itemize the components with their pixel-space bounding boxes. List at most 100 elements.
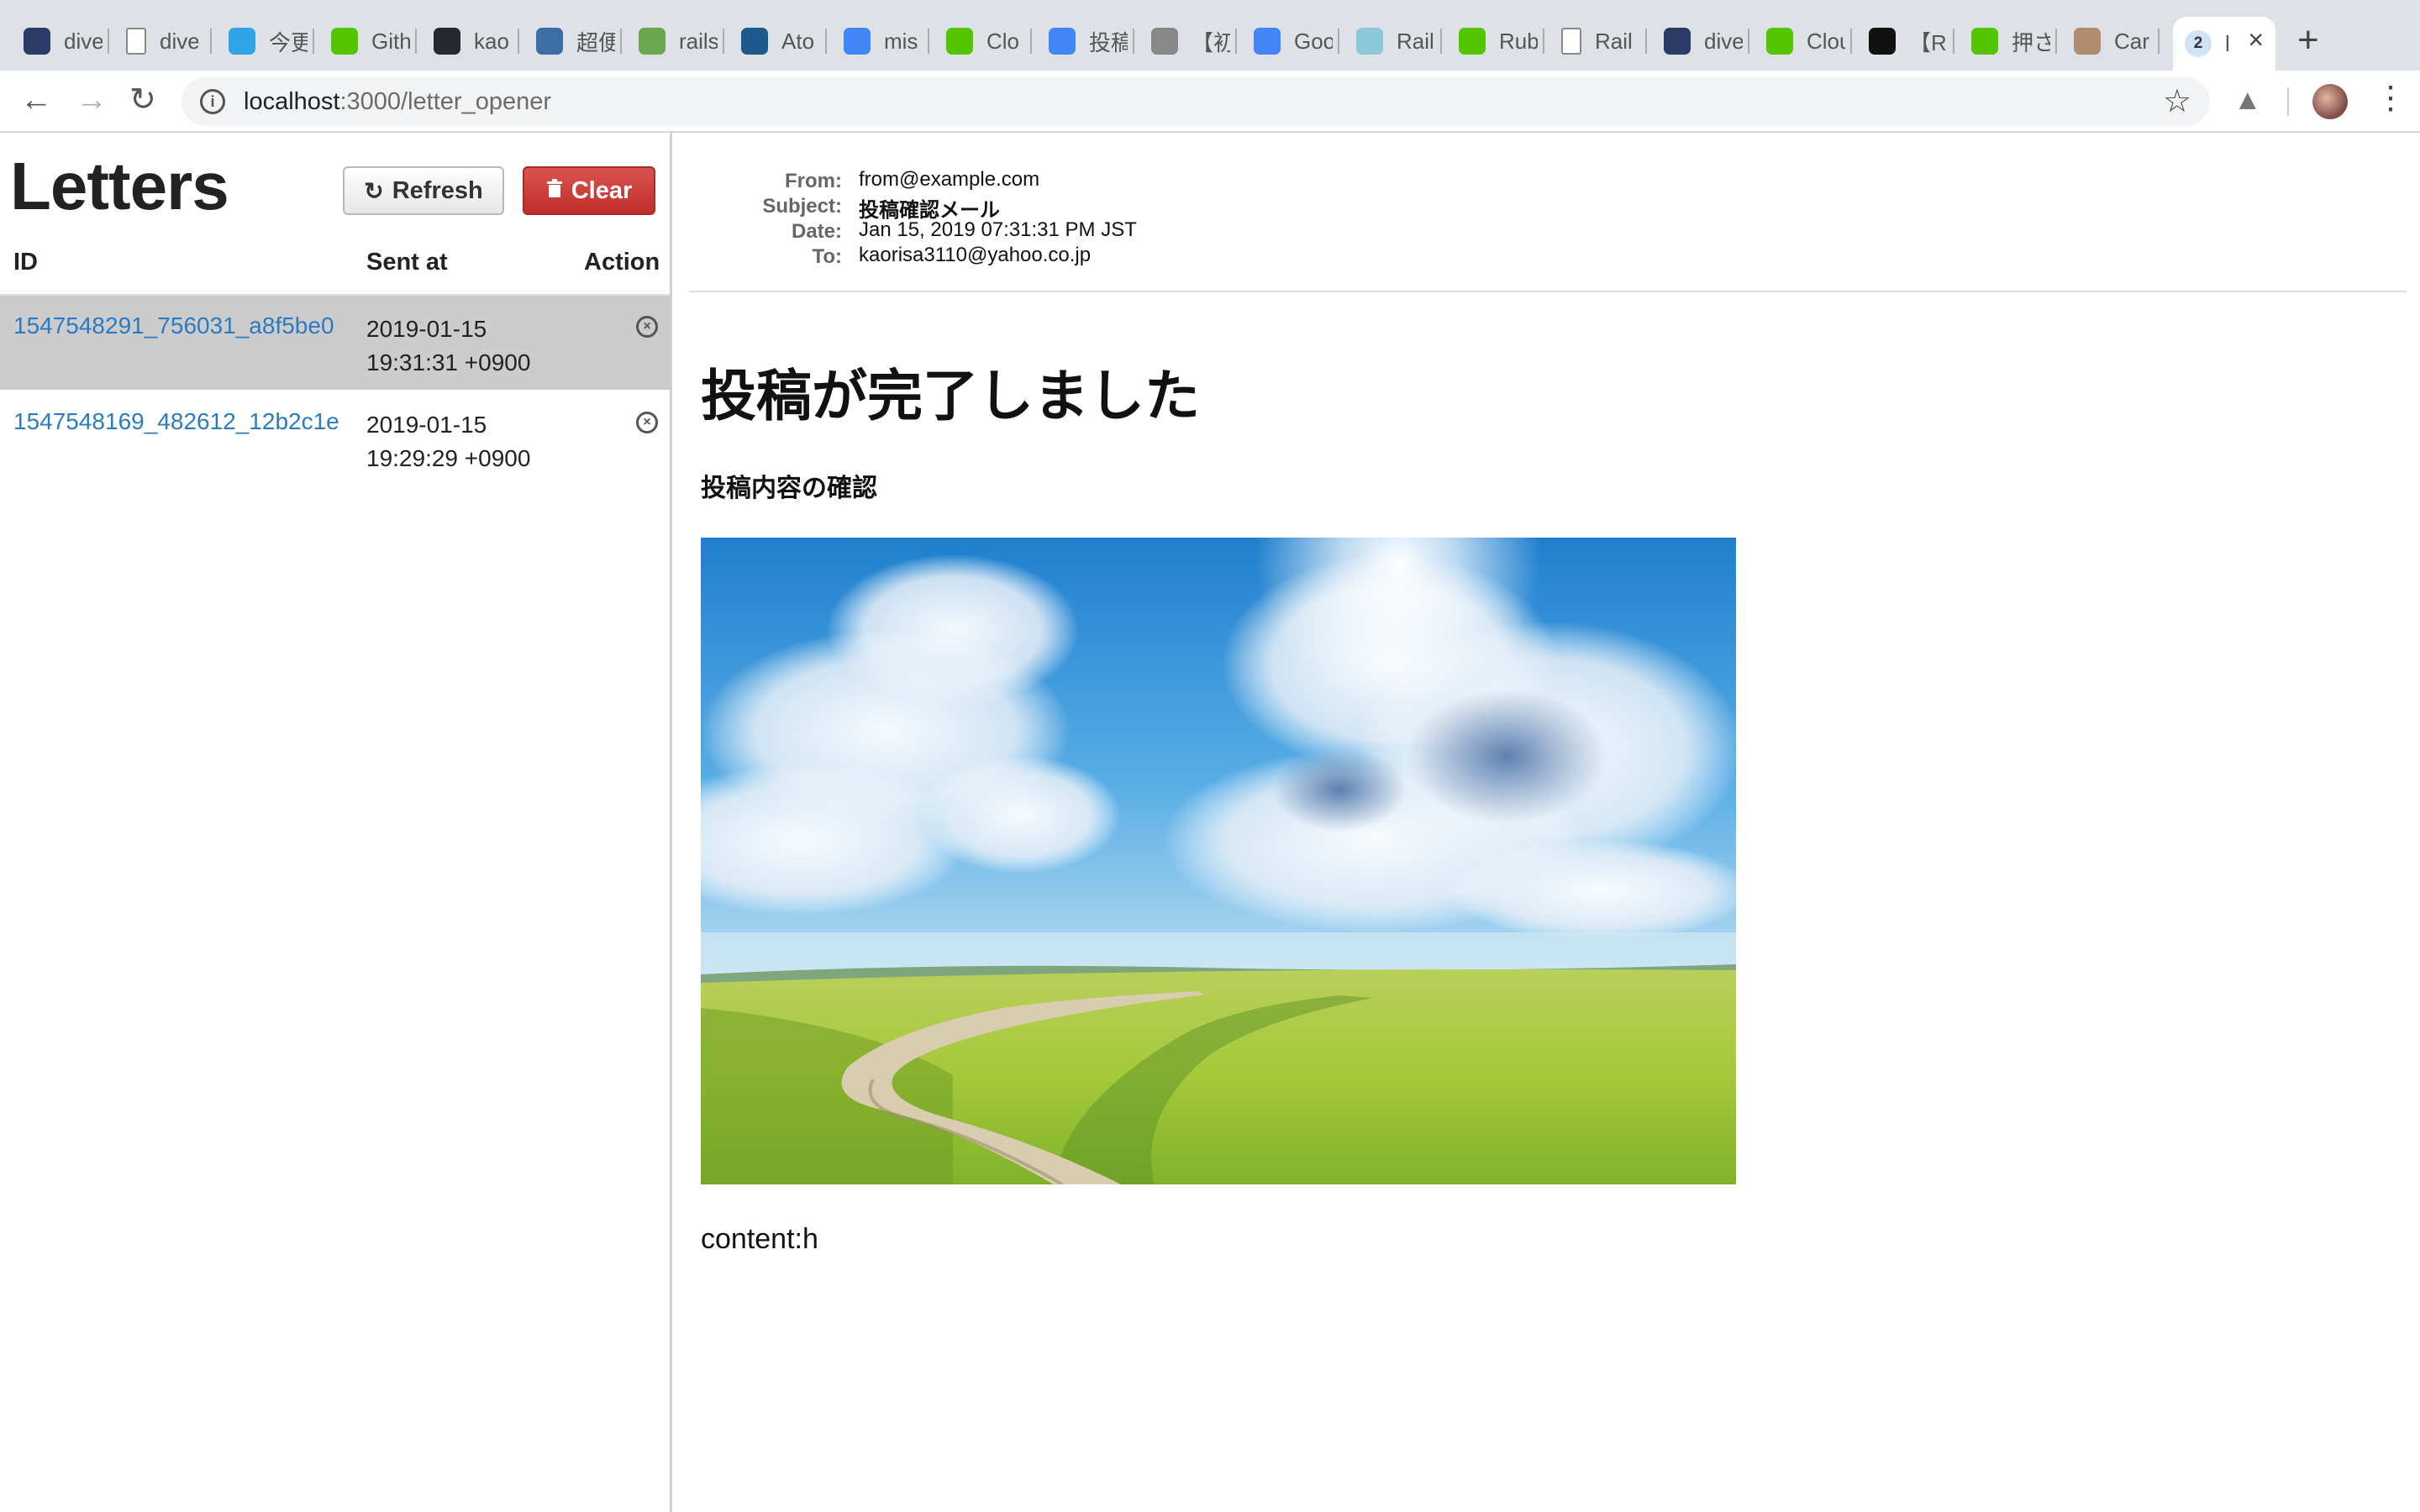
tab-title: Rail	[1595, 28, 1633, 54]
close-tab-icon[interactable]: ×	[2248, 24, 2264, 55]
refresh-icon: ↻	[364, 177, 384, 204]
tab-separator	[108, 29, 109, 54]
to-label: To:	[812, 245, 842, 268]
github-icon	[434, 28, 460, 55]
code-brackets-icon	[536, 28, 563, 55]
tab-title: 【初	[1192, 29, 1230, 55]
letter-row[interactable]: 1547548291_756031_a8f5be0 2019-01-15 19:…	[0, 296, 670, 390]
qiita-icon	[1971, 28, 1998, 55]
browser-tab[interactable]: 投稿	[1037, 17, 1134, 66]
menu-kebab-icon[interactable]: ⋮	[2375, 79, 2407, 117]
browser-tab[interactable]: 【R	[1857, 17, 1954, 66]
letter-id-link[interactable]: 1547548291_756031_a8f5be0	[13, 312, 334, 339]
tab-separator	[1235, 29, 1237, 54]
toolbar-divider	[2287, 87, 2289, 116]
tab-separator	[1953, 29, 1954, 54]
profile-avatar[interactable]	[2312, 84, 2348, 119]
bookmark-star-icon[interactable]: ☆	[2163, 82, 2191, 120]
new-tab-button[interactable]: +	[2297, 22, 2319, 59]
from-label: From:	[785, 170, 842, 192]
clear-label: Clear	[571, 176, 633, 204]
refresh-button[interactable]: ↻ Refresh	[343, 166, 504, 215]
tab-title: Clo	[986, 28, 1020, 54]
browser-tab[interactable]: dive	[12, 17, 109, 66]
tab-title: 押さ	[2012, 29, 2050, 55]
tab-title: dive	[1704, 28, 1743, 54]
letter-row[interactable]: 1547548169_482612_12b2c1e 2019-01-15 19:…	[0, 391, 670, 486]
google-translate-icon	[1254, 28, 1281, 55]
clear-button[interactable]: Clear	[523, 166, 655, 215]
tab-title: Goo	[1294, 28, 1333, 54]
browser-tab[interactable]: 2 l ×	[2173, 17, 2275, 71]
tab-separator	[1748, 29, 1749, 54]
browser-toolbar: ← → ↻ i localhost:3000/letter_opener ☆ ▲…	[0, 71, 2420, 133]
browser-tab[interactable]: 押さ	[1960, 17, 2057, 66]
browser-tab[interactable]: dive	[1652, 17, 1749, 66]
browser-tab[interactable]: Rail	[1344, 17, 1442, 66]
back-arrow-icon[interactable]: ←	[20, 79, 52, 121]
browser-tab[interactable]: 【初	[1139, 17, 1237, 66]
browser-tab[interactable]: 超便	[524, 17, 622, 66]
browser-tab[interactable]: rails	[627, 17, 724, 66]
letter-date: 2019-01-15	[366, 316, 487, 342]
tab-title: mis	[884, 28, 918, 54]
letter-id-link[interactable]: 1547548169_482612_12b2c1e	[13, 408, 339, 435]
image-icon	[1356, 28, 1383, 55]
tab-title: 超便	[576, 29, 615, 55]
qiita-icon	[946, 28, 973, 55]
diveintocode-icon	[1664, 28, 1691, 55]
tab-title: Clou	[1807, 28, 1845, 54]
browser-tab[interactable]: Rub	[1447, 17, 1544, 66]
tab-separator	[415, 29, 417, 54]
from-value: from@example.com	[859, 168, 1040, 191]
tab-separator	[210, 29, 212, 54]
url-host: localhost	[244, 87, 340, 115]
delete-letter-icon[interactable]: ×	[636, 316, 658, 338]
browser-tab[interactable]: Goo	[1242, 17, 1339, 66]
address-bar[interactable]: i localhost:3000/letter_opener ☆	[182, 77, 2210, 126]
tab-title: dive	[64, 28, 103, 54]
url-text[interactable]: localhost:3000/letter_opener	[244, 88, 551, 116]
tab-title: 【R	[1909, 29, 1947, 55]
google-icon	[1049, 28, 1076, 55]
info-icon[interactable]: i	[200, 89, 225, 114]
tab-separator	[1850, 29, 1852, 54]
browser-tab[interactable]: kao	[422, 17, 519, 66]
trash-icon	[546, 177, 563, 204]
reload-icon[interactable]: ↻	[129, 79, 156, 121]
refresh-label: Refresh	[392, 176, 483, 204]
browser-tab[interactable]: dive	[114, 17, 212, 66]
slash-icon	[1151, 28, 1178, 55]
tab-title: l	[2225, 30, 2230, 56]
browser-tab[interactable]: Clo	[934, 17, 1032, 66]
browser-tab[interactable]: Clou	[1754, 17, 1852, 66]
message-pane: From: from@example.com Subject: 投稿確認メール …	[672, 133, 2420, 1512]
column-header-sent-at: Sent at	[366, 249, 448, 276]
tab-separator	[620, 29, 622, 54]
tab-separator	[825, 29, 827, 54]
tab-title: rails	[679, 28, 718, 54]
tab-separator	[1440, 29, 1442, 54]
tab-strip: dive dive 今更 Gith kao 超便 rails Ato mis Clo 投稿 【初 Goo…	[0, 0, 2420, 71]
landscape-image	[701, 538, 1736, 1184]
tab-separator	[928, 29, 929, 54]
browser-tab[interactable]: Ato	[729, 17, 827, 66]
browser-tab[interactable]: Car	[2062, 17, 2160, 66]
letter-time: 19:31:31 +0900	[366, 349, 531, 375]
message-heading: 投稿が完了しました	[701, 365, 1200, 427]
circle-logo-icon	[229, 28, 255, 55]
tab-separator	[2158, 29, 2160, 54]
browser-tab[interactable]: mis	[832, 17, 929, 66]
browser-tab[interactable]: 今更	[217, 17, 314, 66]
google-drive-icon[interactable]: ▲	[2233, 84, 2262, 117]
page-title: Letters	[10, 149, 229, 223]
delete-letter-icon[interactable]: ×	[636, 412, 658, 433]
browser-tab[interactable]: Gith	[319, 17, 417, 66]
forward-arrow-icon[interactable]: →	[76, 79, 108, 121]
tab-title: Rub	[1499, 28, 1538, 54]
tab-title: Ato	[781, 28, 815, 54]
tab-separator	[1338, 29, 1339, 54]
to-value: kaorisa3110@yahoo.co.jp	[859, 244, 1092, 266]
tab-title: kao	[474, 28, 509, 54]
browser-tab[interactable]: Rail	[1549, 17, 1647, 66]
